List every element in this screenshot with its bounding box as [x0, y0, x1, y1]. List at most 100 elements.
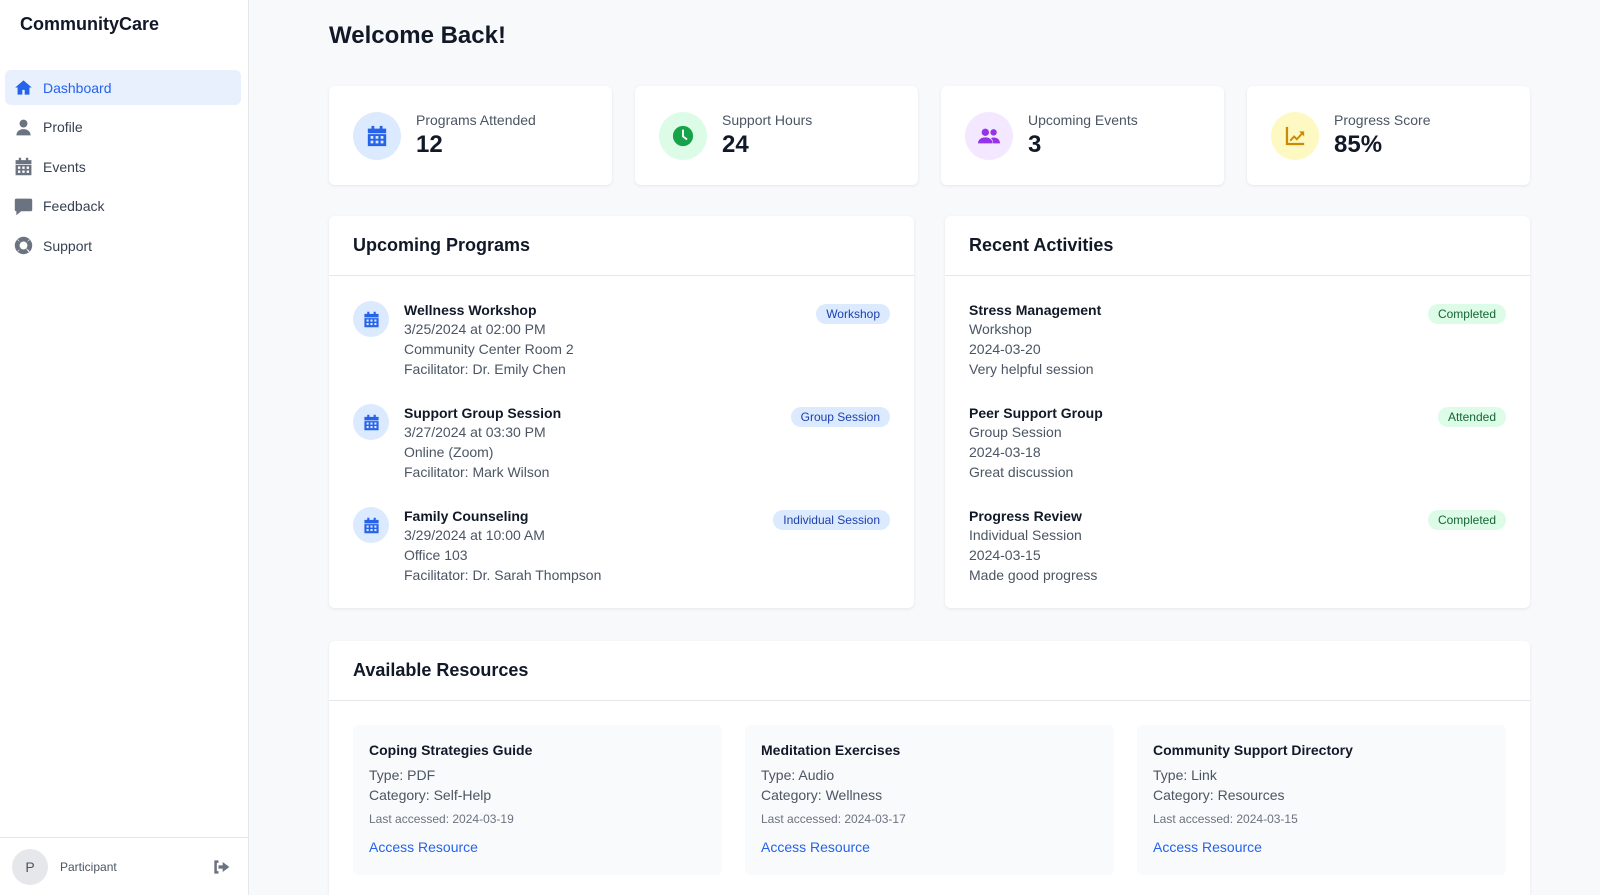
stat-value: 12 — [416, 131, 443, 158]
program-name: Support Group Session — [404, 405, 562, 421]
home-icon — [13, 78, 33, 98]
program-type-badge: Individual Session — [773, 510, 890, 530]
upcoming-programs-panel: Upcoming Programs Wellness Workshop 3/25… — [329, 216, 914, 608]
available-resources-panel: Available Resources Coping Strategies Gu… — [329, 641, 1530, 895]
activity-item: Stress Management Workshop 2024-03-20 Ve… — [969, 301, 1506, 385]
resource-card: Community Support Directory Type: Link C… — [1137, 725, 1506, 875]
program-datetime: 3/27/2024 at 03:30 PM — [404, 424, 546, 440]
sidebar-item-label: Dashboard — [43, 79, 112, 96]
activity-name: Progress Review — [969, 508, 1082, 524]
program-location: Online (Zoom) — [404, 444, 494, 460]
resource-last-accessed: Last accessed: 2024-03-19 — [369, 812, 514, 826]
users-icon — [965, 111, 1013, 160]
page-title: Welcome Back! — [329, 22, 506, 49]
activity-date: 2024-03-20 — [969, 341, 1041, 357]
resource-category: Category: Resources — [1153, 787, 1285, 803]
resource-type: Type: Audio — [761, 767, 835, 783]
resource-card: Coping Strategies Guide Type: PDF Catego… — [353, 725, 722, 875]
sidebar-item-profile[interactable]: Profile — [5, 110, 241, 145]
status-badge: Attended — [1437, 407, 1506, 427]
user-icon — [13, 117, 33, 137]
activity-type: Group Session — [969, 424, 1062, 440]
sidebar-item-label: Events — [43, 158, 86, 175]
stat-label: Support Hours — [722, 112, 813, 128]
resource-card: Meditation Exercises Type: Audio Categor… — [745, 725, 1114, 875]
stat-card-progress-score: Progress Score 85% — [1247, 86, 1530, 185]
sidebar-item-events[interactable]: Events — [5, 149, 241, 184]
stat-value: 85% — [1334, 131, 1383, 158]
sidebar-item-feedback[interactable]: Feedback — [5, 189, 241, 224]
program-facilitator: Facilitator: Dr. Emily Chen — [404, 361, 566, 377]
resource-name: Coping Strategies Guide — [369, 742, 533, 758]
sidebar-item-label: Support — [43, 237, 93, 254]
resource-name: Meditation Exercises — [761, 742, 901, 758]
sidebar-item-support[interactable]: Support — [5, 228, 241, 263]
resource-category: Category: Self-Help — [369, 787, 492, 803]
program-name: Family Counseling — [404, 508, 529, 524]
stat-label: Progress Score — [1334, 112, 1431, 128]
resource-type: Type: PDF — [369, 767, 436, 783]
activity-date: 2024-03-15 — [969, 547, 1041, 563]
program-type-badge: Group Session — [790, 407, 890, 427]
stat-card-support-hours: Support Hours 24 — [635, 86, 918, 185]
calendar-icon — [353, 111, 401, 160]
chart-line-icon — [1271, 111, 1319, 160]
program-name: Wellness Workshop — [404, 302, 537, 318]
access-resource-link[interactable]: Access Resource — [369, 839, 478, 855]
activity-date: 2024-03-18 — [969, 444, 1041, 460]
activity-name: Peer Support Group — [969, 405, 1103, 421]
activity-name: Stress Management — [969, 302, 1102, 318]
panel-title: Recent Activities — [945, 216, 1530, 276]
activity-type: Individual Session — [969, 527, 1082, 543]
clock-icon — [659, 111, 707, 160]
resource-last-accessed: Last accessed: 2024-03-17 — [761, 812, 906, 826]
avatar[interactable]: P — [12, 848, 48, 885]
resource-type: Type: Link — [1153, 767, 1217, 783]
sidebar-item-label: Feedback — [43, 198, 105, 214]
activity-type: Workshop — [969, 321, 1032, 337]
sidebar-nav: Dashboard Profile Events Feedback Suppor… — [5, 70, 241, 268]
resource-last-accessed: Last accessed: 2024-03-15 — [1153, 812, 1298, 826]
stat-card-upcoming-events: Upcoming Events 3 — [941, 86, 1224, 185]
calendar-icon — [353, 301, 389, 337]
sidebar-item-dashboard[interactable]: Dashboard — [5, 70, 241, 105]
program-item[interactable]: Wellness Workshop 3/25/2024 at 02:00 PM … — [353, 301, 890, 385]
panel-title: Available Resources — [329, 641, 1530, 701]
status-badge: Completed — [1427, 304, 1506, 324]
stat-value: 24 — [722, 131, 749, 158]
activity-note: Very helpful session — [969, 361, 1094, 377]
stat-label: Programs Attended — [416, 112, 536, 128]
program-facilitator: Facilitator: Dr. Sarah Thompson — [404, 567, 602, 583]
lifering-icon — [13, 236, 33, 256]
stat-value: 3 — [1028, 131, 1042, 158]
program-datetime: 3/29/2024 at 10:00 AM — [404, 527, 545, 543]
recent-activities-panel: Recent Activities Stress Management Work… — [945, 216, 1530, 608]
activity-item: Progress Review Individual Session 2024-… — [969, 507, 1506, 591]
program-type-badge: Workshop — [816, 304, 890, 324]
resource-name: Community Support Directory — [1153, 742, 1353, 758]
activity-item: Peer Support Group Group Session 2024-03… — [969, 404, 1506, 488]
calendar-icon — [13, 157, 33, 177]
panel-title: Upcoming Programs — [329, 216, 914, 276]
activity-note: Great discussion — [969, 464, 1074, 480]
program-datetime: 3/25/2024 at 02:00 PM — [404, 321, 546, 337]
program-location: Office 103 — [404, 547, 468, 563]
sidebar: CommunityCare Dashboard Profile Events F… — [0, 0, 249, 895]
user-role: Participant — [60, 859, 117, 874]
access-resource-link[interactable]: Access Resource — [1153, 839, 1262, 855]
user-bar: P Participant — [0, 837, 249, 895]
activity-note: Made good progress — [969, 567, 1098, 583]
access-resource-link[interactable]: Access Resource — [761, 839, 870, 855]
program-location: Community Center Room 2 — [404, 341, 574, 357]
comment-icon — [13, 196, 33, 216]
program-item[interactable]: Support Group Session 3/27/2024 at 03:30… — [353, 404, 890, 488]
sidebar-item-label: Profile — [43, 119, 83, 135]
stat-card-programs-attended: Programs Attended 12 — [329, 86, 612, 185]
stat-label: Upcoming Events — [1028, 112, 1138, 128]
calendar-icon — [353, 507, 389, 543]
brand-title: CommunityCare — [20, 14, 160, 34]
resource-category: Category: Wellness — [761, 787, 883, 803]
logout-icon[interactable] — [211, 857, 231, 877]
program-item[interactable]: Family Counseling 3/29/2024 at 10:00 AM … — [353, 507, 890, 591]
status-badge: Completed — [1427, 510, 1506, 530]
